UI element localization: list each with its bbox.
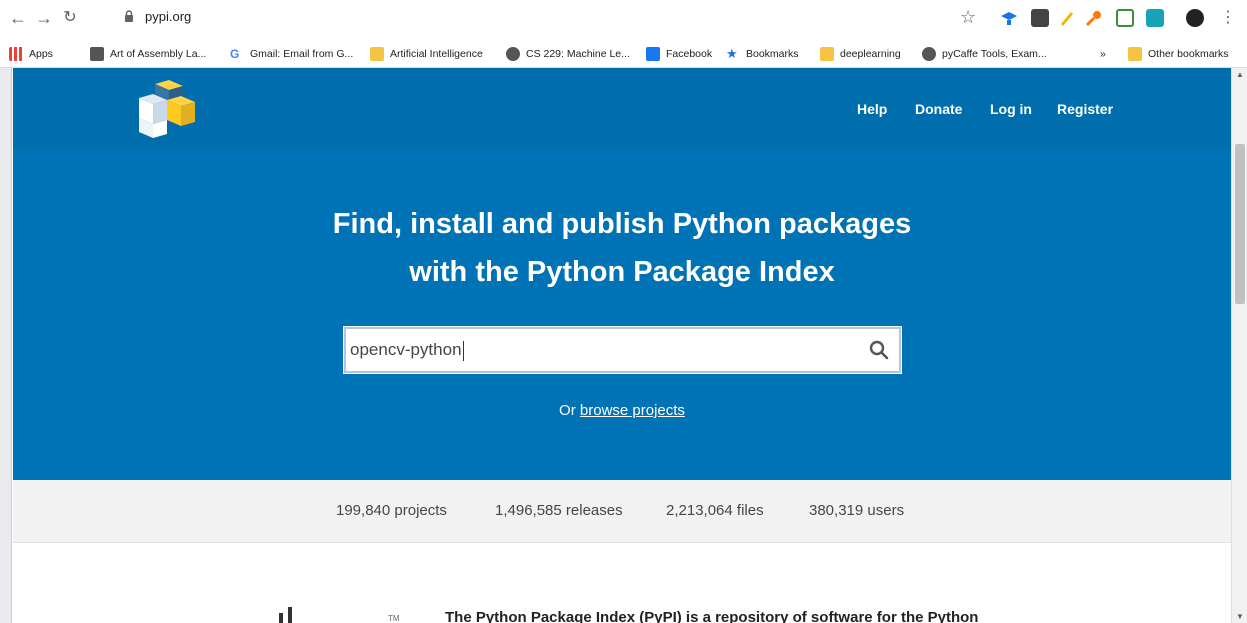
lock-icon — [125, 10, 133, 22]
pypi-logo-icon[interactable] — [125, 80, 195, 138]
bookmark-facebook[interactable]: Facebook — [646, 47, 712, 61]
forward-icon[interactable]: → — [34, 8, 54, 28]
intro-text: The Python Package Index (PyPI) is a rep… — [445, 609, 979, 623]
trademark-label: TM — [388, 614, 400, 623]
bookmark-gmail[interactable]: G Gmail: Email from G... — [230, 47, 353, 61]
pypi-mark-icon — [279, 607, 292, 623]
hero-title-line1: Find, install and publish Python package… — [332, 208, 912, 240]
bookmark-pycaffe[interactable]: pyCaffe Tools, Exam... — [922, 47, 1047, 61]
bookmark-cs229[interactable]: CS 229: Machine Le... — [506, 47, 630, 61]
globe-icon — [922, 47, 936, 61]
browse-projects-link[interactable]: browse projects — [580, 402, 685, 419]
bookmark-apps[interactable]: Apps — [9, 47, 53, 61]
extension-highlighter-icon[interactable] — [1058, 9, 1076, 27]
reload-icon[interactable]: ↻ — [60, 8, 80, 28]
facebook-icon — [646, 47, 660, 61]
site-favicon-icon — [90, 47, 104, 61]
search-input[interactable]: opencv-python — [344, 327, 901, 373]
bookmarks-overflow-button[interactable]: » — [1100, 47, 1106, 61]
bookmark-bookmarks[interactable]: ★ Bookmarks — [726, 47, 799, 61]
extension-qr-icon[interactable] — [1116, 9, 1134, 27]
stat-users: 380,319 users — [809, 502, 905, 519]
left-frame-edge — [0, 68, 12, 623]
google-g-icon: G — [230, 47, 244, 61]
vertical-scrollbar[interactable]: ▲ ▼ — [1231, 68, 1247, 623]
globe-icon — [506, 47, 520, 61]
menu-kebab-icon[interactable]: ⋮ — [1218, 8, 1238, 28]
stat-projects: 199,840 projects — [336, 502, 447, 519]
nav-register-link[interactable]: Register — [1057, 101, 1113, 117]
bookmark-star-icon[interactable]: ☆ — [960, 7, 976, 28]
hero-title-line2: with the Python Package Index — [409, 256, 835, 288]
folder-icon — [370, 47, 384, 61]
bookmark-deeplearning[interactable]: deeplearning — [820, 47, 901, 61]
intro-section: TM The Python Package Index (PyPI) is a … — [13, 543, 1231, 623]
url-text[interactable]: pypi.org — [145, 9, 191, 24]
site-header: Help Donate Log in Register — [13, 68, 1231, 148]
extension-key-icon[interactable] — [1085, 9, 1103, 27]
star-icon: ★ — [726, 46, 738, 61]
profile-avatar-icon[interactable] — [1186, 9, 1204, 27]
folder-icon — [820, 47, 834, 61]
extension-cap-icon[interactable] — [1000, 9, 1018, 27]
search-input-value[interactable]: opencv-python — [350, 340, 464, 361]
stat-files: 2,213,064 files — [666, 502, 764, 519]
bookmark-art-of-assembly[interactable]: Art of Assembly La... — [90, 47, 206, 61]
back-icon[interactable]: ← — [8, 8, 28, 28]
extension-pocket-icon[interactable] — [1031, 9, 1049, 27]
apps-grid-icon — [9, 47, 23, 61]
nav-login-link[interactable]: Log in — [990, 101, 1032, 117]
browse-line: Or browse projects — [13, 402, 1231, 419]
bookmarks-bar: Apps Art of Assembly La... G Gmail: Emai… — [0, 40, 1247, 68]
scroll-up-arrow-icon[interactable]: ▲ — [1236, 70, 1244, 79]
browse-prefix: Or — [559, 402, 576, 419]
bookmark-artificial-intelligence[interactable]: Artificial Intelligence — [370, 47, 483, 61]
nav-donate-link[interactable]: Donate — [915, 101, 962, 117]
extension-copy-icon[interactable] — [1146, 9, 1164, 27]
address-bar[interactable] — [108, 3, 1218, 33]
nav-help-link[interactable]: Help — [857, 101, 887, 117]
bookmark-other-bookmarks[interactable]: Other bookmarks — [1128, 47, 1229, 61]
folder-icon — [1128, 47, 1142, 61]
hero-section: Find, install and publish Python package… — [13, 148, 1231, 480]
scrollbar-thumb[interactable] — [1235, 144, 1245, 304]
stat-releases: 1,496,585 releases — [495, 502, 623, 519]
search-icon[interactable] — [869, 340, 889, 360]
stats-bar: 199,840 projects 1,496,585 releases 2,21… — [13, 480, 1231, 543]
browser-toolbar: ← → ↻ pypi.org ☆ ⋮ — [0, 0, 1247, 40]
scroll-down-arrow-icon[interactable]: ▼ — [1236, 612, 1244, 621]
